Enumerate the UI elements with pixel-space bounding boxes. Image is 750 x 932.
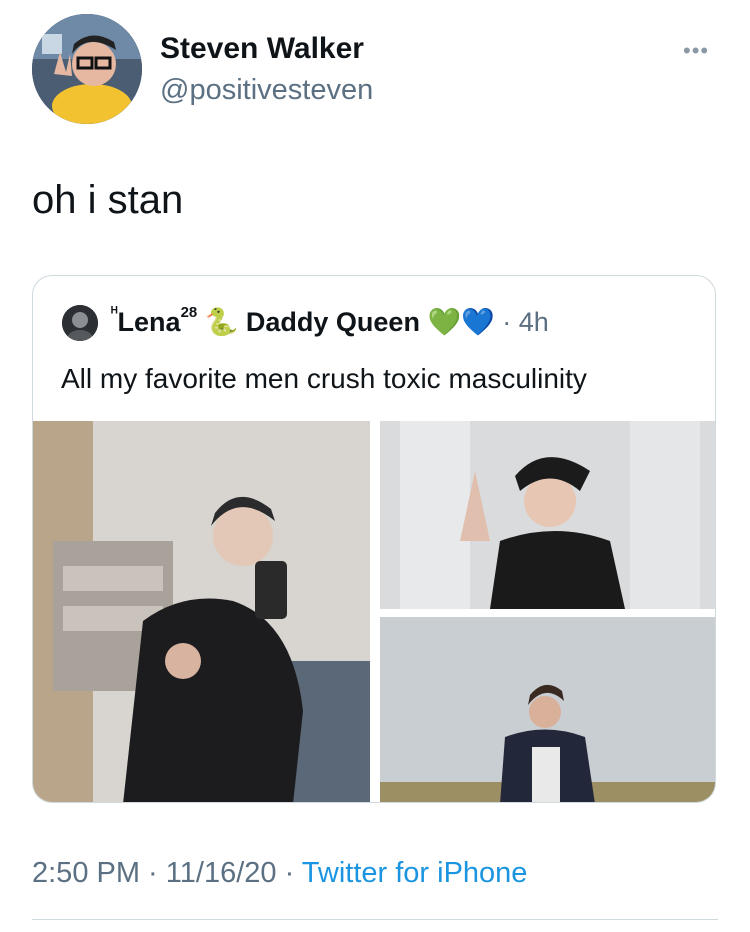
- author-avatar[interactable]: [32, 14, 142, 124]
- quoted-photo-3[interactable]: [380, 617, 715, 802]
- quoted-display-name[interactable]: ᴴLena28 🐍 Daddy Queen 💚💙: [111, 304, 495, 337]
- quoted-photo-1[interactable]: [33, 421, 370, 802]
- quoted-avatar[interactable]: [62, 305, 98, 341]
- quoted-timestamp[interactable]: · 4h: [502, 307, 549, 337]
- tweet-date[interactable]: 11/16/20: [166, 857, 277, 889]
- tweet-metadata: 2:50 PM · 11/16/20 · Twitter for iPhone: [32, 857, 528, 889]
- more-options-icon[interactable]: •••: [683, 38, 709, 64]
- quoted-header: ᴴLena28 🐍 Daddy Queen 💚💙 · 4h: [111, 304, 549, 338]
- quoted-text: All my favorite men crush toxic masculin…: [61, 363, 587, 394]
- divider: [32, 919, 718, 920]
- author-handle[interactable]: @positivesteven: [160, 74, 373, 107]
- quoted-photo-2[interactable]: [380, 421, 715, 609]
- tweet-source-link[interactable]: Twitter for iPhone: [302, 857, 528, 889]
- quoted-tweet[interactable]: ᴴLena28 🐍 Daddy Queen 💚💙 · 4h All my fav…: [32, 275, 716, 803]
- author-name[interactable]: Steven Walker: [160, 32, 364, 66]
- tweet-text: oh i stan: [32, 178, 184, 222]
- tweet-time[interactable]: 2:50 PM: [32, 857, 140, 889]
